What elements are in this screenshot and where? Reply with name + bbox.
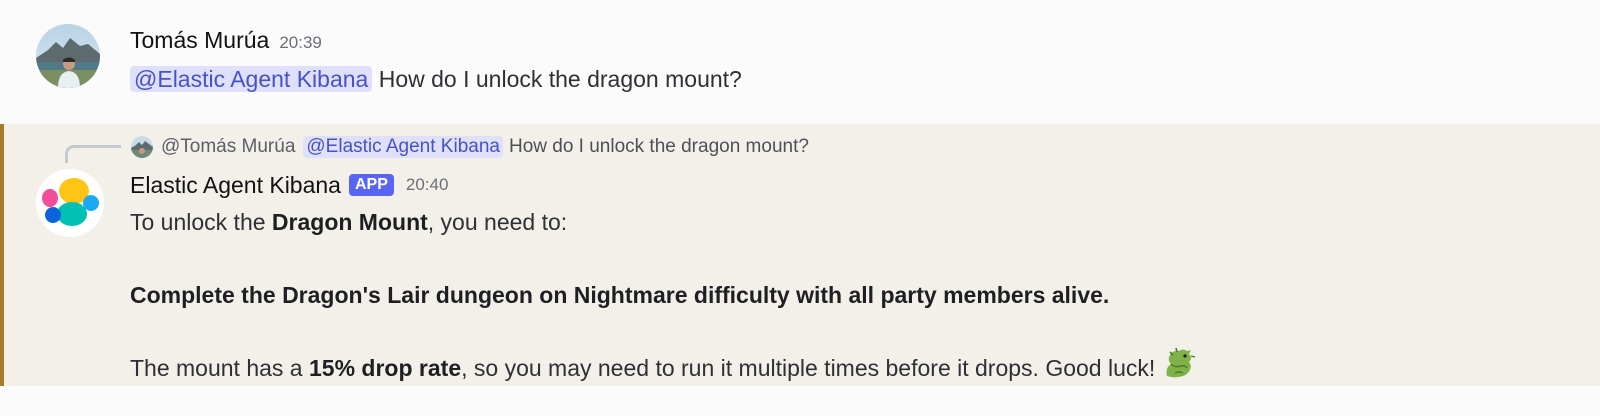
reply-connector bbox=[65, 145, 121, 163]
text-segment: , you need to: bbox=[427, 209, 568, 235]
message-content: To unlock the Dragon Mount, you need to:… bbox=[130, 206, 1197, 384]
bot-avatar[interactable] bbox=[36, 169, 104, 237]
message-timestamp[interactable]: 20:39 bbox=[279, 33, 322, 53]
text-segment: The mount has a bbox=[130, 355, 309, 382]
user-avatar[interactable] bbox=[36, 24, 100, 88]
dragon-emoji-icon[interactable] bbox=[1161, 346, 1197, 388]
bold-text: 15% drop rate bbox=[309, 355, 462, 382]
message-header: Elastic Agent Kibana APP 20:40 bbox=[130, 170, 448, 200]
message-content: @Elastic Agent Kibana How do I unlock th… bbox=[130, 63, 742, 95]
reply-author-name[interactable]: @Tomás Murúa bbox=[161, 136, 295, 158]
message-line: The mount has a 15% drop rate, so you ma… bbox=[130, 347, 1197, 384]
reply-mention[interactable]: @Elastic Agent Kibana bbox=[303, 136, 503, 158]
reply-user-avatar bbox=[131, 136, 153, 158]
reply-preview[interactable]: @Tomás Murúa @Elastic Agent Kibana How d… bbox=[131, 132, 809, 162]
bold-text: Complete the Dragon's Lair dungeon on Ni… bbox=[130, 282, 1110, 308]
message-line: To unlock the Dragon Mount, you need to: bbox=[130, 206, 1197, 238]
message-text: How do I unlock the dragon mount? bbox=[378, 66, 742, 92]
message-timestamp[interactable]: 20:40 bbox=[406, 175, 449, 195]
app-badge: APP bbox=[348, 174, 394, 196]
bold-text: Dragon Mount bbox=[271, 209, 428, 235]
reply-text: How do I unlock the dragon mount? bbox=[508, 136, 809, 157]
message-user-question[interactable]: Tomás Murúa 20:39 @Elastic Agent Kibana … bbox=[0, 0, 1600, 120]
text-segment: To unlock the bbox=[130, 209, 272, 235]
message-line: Complete the Dragon's Lair dungeon on Ni… bbox=[130, 279, 1197, 311]
mention-elastic-agent[interactable]: @Elastic Agent Kibana bbox=[130, 66, 373, 92]
text-segment: , so you may need to run it multiple tim… bbox=[461, 355, 1156, 382]
author-name[interactable]: Tomás Murúa bbox=[130, 27, 269, 54]
message-header: Tomás Murúa 20:39 bbox=[130, 27, 322, 57]
message-bot-reply[interactable]: @Tomás Murúa @Elastic Agent Kibana How d… bbox=[0, 124, 1600, 386]
bot-author-name[interactable]: Elastic Agent Kibana bbox=[130, 172, 341, 199]
